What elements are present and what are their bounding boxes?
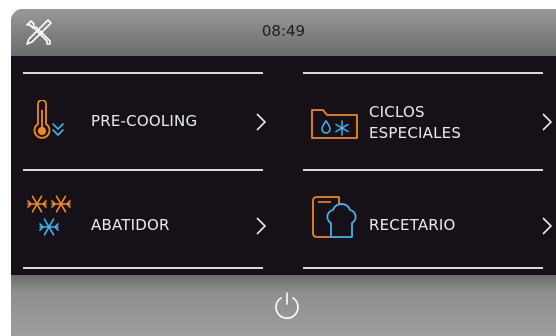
chevron-right-icon [256,113,267,131]
device-screen: 08:49 PRE-COOLING CICLOS ESPECIALES ABAT… [11,9,556,336]
chevron-right-icon [542,217,553,235]
ciclos-especiales-label-line2: ESPECIALES [369,124,462,142]
top-bar: 08:49 [11,9,556,56]
clock: 08:49 [261,22,306,40]
divider [303,267,543,269]
recetario-label: RECETARIO [369,216,456,234]
pre-cooling-label: PRE-COOLING [91,112,198,130]
folder-drop-snow-icon [311,109,358,139]
chef-hat-book-icon [312,196,357,238]
abatidor-button[interactable]: ABATIDOR [23,171,273,267]
main-menu: PRE-COOLING CICLOS ESPECIALES ABATIDOR R… [11,56,556,275]
ciclos-especiales-button[interactable]: CICLOS ESPECIALES [303,74,556,170]
recetario-button[interactable]: RECETARIO [303,171,556,267]
chevron-right-icon [256,217,267,235]
bottom-bar [11,275,556,336]
snowflakes-icon [27,195,71,236]
abatidor-label: ABATIDOR [91,216,170,234]
ciclos-especiales-label-line1: CICLOS [369,103,425,121]
power-button[interactable] [270,289,304,323]
pre-cooling-button[interactable]: PRE-COOLING [23,74,273,170]
thermometer-snow-icon [33,100,64,139]
divider [23,267,263,269]
power-icon [275,292,299,319]
chevron-right-icon [542,113,553,131]
